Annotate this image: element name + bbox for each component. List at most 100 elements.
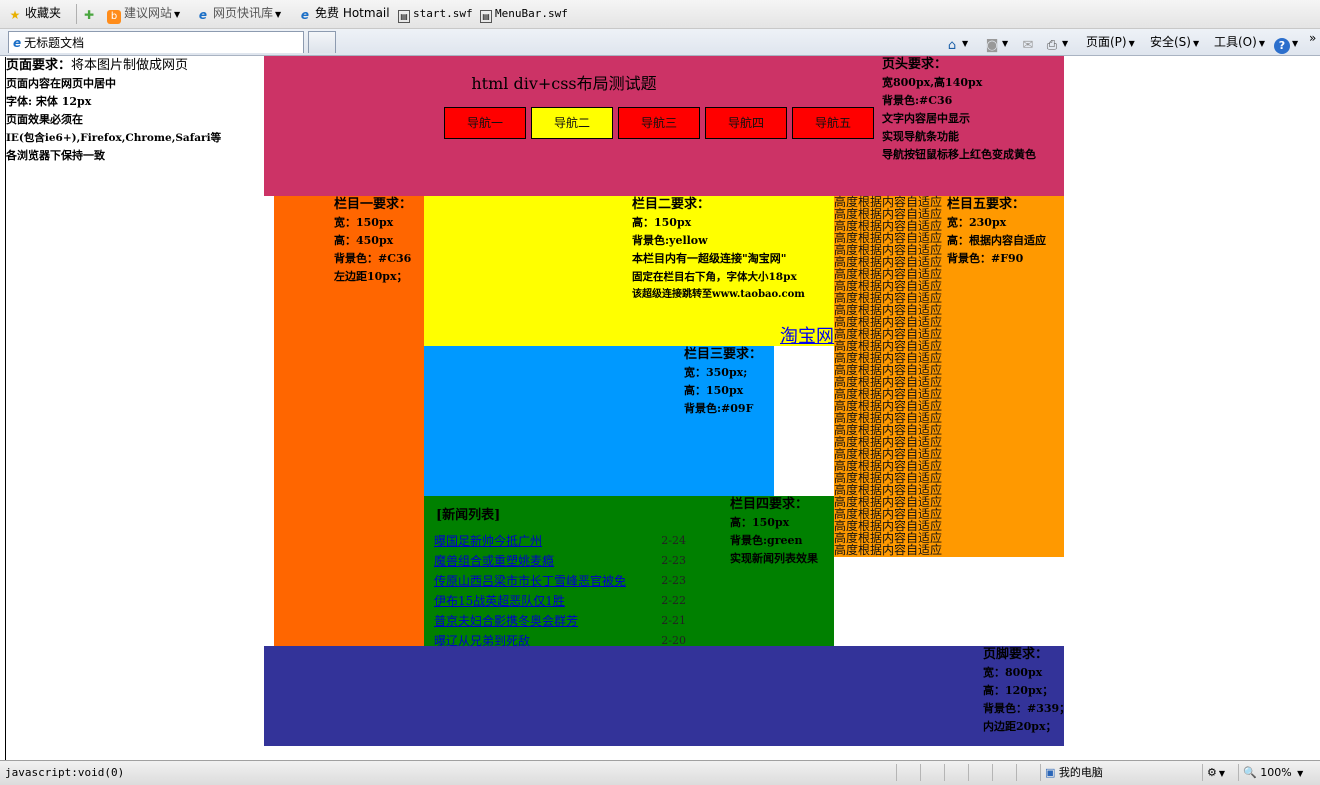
ie-page-icon: e <box>198 8 208 22</box>
double-chevron-right-icon: » <box>1309 31 1317 45</box>
print-button[interactable]: ⎙ ▼ <box>1044 33 1069 53</box>
news-link[interactable]: 魔兽组合或重塑姚麦瘾 <box>434 554 554 568</box>
suggested-sites-icon: b <box>107 10 121 24</box>
toolbar-overflow-button[interactable]: » <box>1309 29 1316 47</box>
ie-page-icon: e <box>300 8 310 22</box>
document-icon: ▤ <box>398 10 410 23</box>
favorites-bar: ★ 收藏夹 ✚ b 建议网站 ▼ e 网页快讯库 ▼ e 免费 Hotmail ▤ start… <box>0 0 1320 29</box>
news-row: 曝辽从兄弟到死敌 2-20 <box>434 631 686 646</box>
document-icon: ▤ <box>480 10 492 23</box>
news-date: 2-23 <box>661 554 686 567</box>
chevron-down-icon: ▼ <box>1292 39 1299 48</box>
nav-item-1[interactable]: 导航一 <box>444 107 526 139</box>
home-button[interactable]: ⌂ ▼ <box>944 33 969 53</box>
news-row: 传原山西吕梁市市长丁雪峰恶官被免 2-23 <box>434 571 686 591</box>
status-cell <box>1016 764 1037 781</box>
add-favorite-button[interactable]: ✚ <box>82 4 99 22</box>
requirement-line: 页面内容在网页中居中 <box>6 77 116 90</box>
status-cell <box>944 764 965 781</box>
settings-icon: ⚙ <box>1207 766 1217 779</box>
chevron-down-icon: ▼ <box>275 10 282 19</box>
safety-menu[interactable]: 安全(S) ▼ <box>1150 33 1199 51</box>
rss-feed-icon: ◙ <box>985 38 999 53</box>
taobao-link[interactable]: 淘宝网 <box>780 325 834 349</box>
favorites-button[interactable]: ★ 收藏夹 <box>8 4 61 22</box>
news-date: 2-20 <box>661 634 686 646</box>
header-requirements: 页头要求： 宽800px,高140px 背景色:#C36 文字内容居中显示 实现… <box>882 57 1036 161</box>
footer-requirements: 页脚要求： 宽：800px 高：120px； 背景色：#339； 内边距20px… <box>983 647 1071 733</box>
chevron-down-icon: ▼ <box>1062 39 1069 48</box>
footer <box>264 646 1064 746</box>
news-link[interactable]: 伊布15战英超恶队仅1胜 <box>434 594 565 608</box>
web-slice-gallery-button[interactable]: e 网页快讯库 ▼ <box>196 4 281 22</box>
protected-mode-button[interactable]: ⚙ ▼ <box>1202 764 1239 781</box>
computer-icon: ▣ <box>1045 766 1056 779</box>
column-3-requirements: 栏目三要求： 宽：350px; 高：150px 背景色:#09F <box>684 347 763 415</box>
zoom-button[interactable]: 🔍 100% ▼ <box>1238 764 1313 781</box>
nav-item-5[interactable]: 导航五 <box>792 107 874 139</box>
suggested-sites-button[interactable]: b 建议网站 ▼ <box>107 4 181 24</box>
news-row: 曝国足新帅今抵广州 2-24 <box>434 531 686 551</box>
ie-page-icon: e <box>13 36 22 50</box>
column-4-requirements: 栏目四要求： 高：150px 背景色:green 实现新闻列表效果 <box>730 497 818 565</box>
tab-bar: e 无标题文档 ⌂ ▼ ◙ ▼ ✉ ⎙ ▼ 页面(P) ▼ 安全(S) ▼ 工具(O) ▼ ?… <box>0 29 1320 56</box>
status-cell <box>992 764 1013 781</box>
add-favorite-icon: ✚ <box>83 8 95 22</box>
home-icon: ⌂ <box>947 38 957 53</box>
new-tab-button[interactable] <box>308 31 336 53</box>
chevron-down-icon: ▼ <box>1128 39 1135 48</box>
security-zone[interactable]: ▣ 我的电脑 <box>1040 764 1203 781</box>
news-row: 伊布15战英超恶队仅1胜 2-22 <box>434 591 686 611</box>
news-row: 魔兽组合或重塑姚麦瘾 2-23 <box>434 551 686 571</box>
news-date: 2-23 <box>661 574 686 587</box>
status-cell <box>968 764 989 781</box>
page-requirements: 页面要求：将本图片制做成网页 页面内容在网页中居中 字体: 宋体 12px 页面… <box>5 57 264 760</box>
news-date: 2-21 <box>661 614 686 627</box>
feeds-button[interactable]: ◙ ▼ <box>984 33 1009 53</box>
column-1-requirements: 栏目一要求： 宽：150px 高：450px 背景色：#C36 左边距10px； <box>334 197 413 283</box>
chevron-down-icon: ▼ <box>1258 39 1265 48</box>
nav-item-2[interactable]: 导航二 <box>531 107 613 139</box>
menubar-swf-link[interactable]: ▤ MenuBar.swf <box>480 4 568 23</box>
help-button[interactable]: ? ▼ <box>1274 33 1299 54</box>
news-link[interactable]: 传原山西吕梁市市长丁雪峰恶官被免 <box>434 574 626 588</box>
chevron-down-icon: ▼ <box>174 10 181 19</box>
column-5-filler-text: 高度根据内容自适应 高度根据内容自适应 高度根据内容自适应 高度根据内容自适应 高度根据… <box>834 196 942 556</box>
requirement-line: 字体: 宋体 12px <box>6 95 92 108</box>
news-link[interactable]: 普京夫妇合影携冬奥会群芳 <box>434 614 578 628</box>
chevron-down-icon: ▼ <box>962 39 969 48</box>
filler-line: 高度根据内容自适应 <box>834 543 943 557</box>
requirement-line: IE(包含ie6+),Firefox,Chrome,Safari等 <box>6 132 222 144</box>
nav-item-3[interactable]: 导航三 <box>618 107 700 139</box>
nav-item-4[interactable]: 导航四 <box>705 107 787 139</box>
mail-icon: ✉ <box>1022 38 1034 53</box>
site-title: html div+css布局测试题 <box>471 74 657 93</box>
column-2-requirements: 栏目二要求： 高：150px 背景色:yellow 本栏目内有一超级连接"淘宝网… <box>632 197 805 300</box>
news-date: 2-24 <box>661 534 686 547</box>
chevron-down-icon: ▼ <box>1218 769 1226 778</box>
page-menu[interactable]: 页面(P) ▼ <box>1086 33 1135 51</box>
hotmail-link[interactable]: e 免费 Hotmail <box>298 4 390 22</box>
chevron-down-icon: ▼ <box>1002 39 1009 48</box>
start-swf-link[interactable]: ▤ start.swf <box>398 4 473 23</box>
page-content: 页面要求：将本图片制做成网页 页面内容在网页中居中 字体: 宋体 12px 页面… <box>0 56 1320 760</box>
read-mail-button[interactable]: ✉ <box>1020 33 1036 53</box>
news-link[interactable]: 曝辽从兄弟到死敌 <box>434 634 530 646</box>
printer-icon: ⎙ <box>1046 38 1058 53</box>
column-5-requirements: 栏目五要求： 宽：230px 高：根据内容自适应 背景色：#F90 <box>947 197 1046 265</box>
status-cell <box>920 764 941 781</box>
news-date: 2-22 <box>661 594 686 607</box>
chevron-down-icon: ▼ <box>1297 769 1304 778</box>
requirement-line: 页面效果必须在 <box>6 113 83 126</box>
separator <box>76 4 77 24</box>
chevron-down-icon: ▼ <box>1192 39 1200 48</box>
help-icon: ? <box>1274 38 1290 54</box>
status-bar: javascript:void(0) ▣ 我的电脑 ⚙ ▼ 🔍 100% ▼ <box>0 760 1320 785</box>
tools-menu[interactable]: 工具(O) ▼ <box>1214 33 1265 51</box>
news-link[interactable]: 曝国足新帅今抵广州 <box>434 534 542 548</box>
news-list-title: [新闻列表] <box>436 508 501 523</box>
magnifier-icon: 🔍 <box>1243 766 1257 779</box>
status-cell <box>896 764 917 781</box>
tab-untitled-document[interactable]: e 无标题文档 <box>8 31 304 53</box>
requirement-line: 各浏览器下保持一致 <box>6 149 105 162</box>
